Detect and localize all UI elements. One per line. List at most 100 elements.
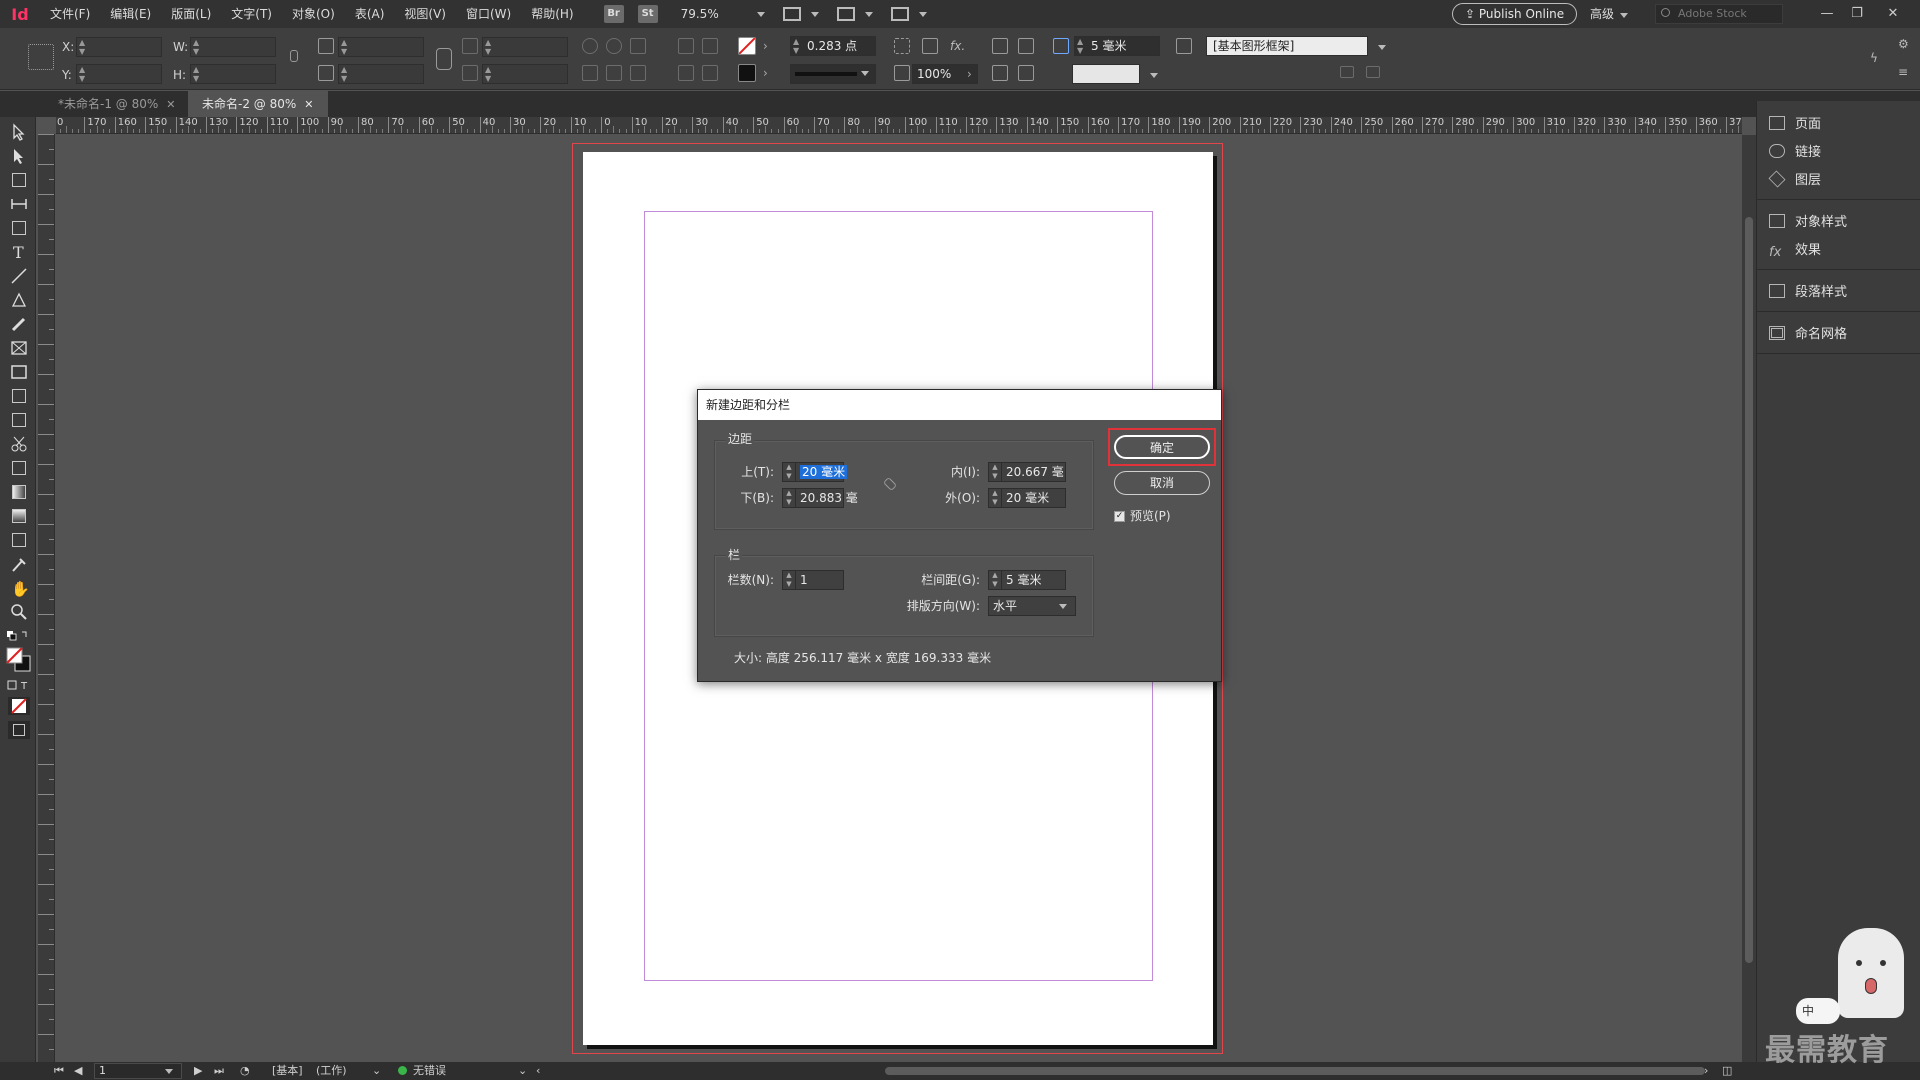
rectangle-frame-tool-icon[interactable] xyxy=(10,339,28,357)
bridge-button[interactable]: Br xyxy=(603,5,624,23)
stroke-menu-arrow-icon[interactable]: › xyxy=(763,63,768,83)
object-style-caret-icon[interactable] xyxy=(1378,45,1386,50)
text-wrap-icon[interactable] xyxy=(992,38,1008,54)
fill-none-swatch[interactable] xyxy=(738,37,756,55)
publish-online-button[interactable]: ⇪ Publish Online xyxy=(1452,3,1578,25)
view-options-icon[interactable] xyxy=(836,7,855,21)
outside-margin-field[interactable]: ▲ ▼ 20 毫米 xyxy=(988,488,1066,508)
line-tool-icon[interactable] xyxy=(10,267,28,285)
writing-direction-select[interactable]: 水平 xyxy=(988,596,1076,616)
scroll-left-icon[interactable]: ‹ xyxy=(536,1062,540,1080)
page-number-field[interactable]: 1 xyxy=(94,1063,182,1079)
content-collector-icon[interactable] xyxy=(10,219,28,237)
screen-mode-dropdown-icon[interactable] xyxy=(810,11,819,17)
columns-count-spinner-icon[interactable]: ▲ ▼ xyxy=(783,571,796,589)
preflight-status[interactable]: 无错误 xyxy=(398,1062,446,1080)
constrain-scale-icon[interactable] xyxy=(436,48,452,70)
select-content-icon[interactable] xyxy=(630,65,646,81)
settings-icon[interactable]: ⚙ xyxy=(1898,34,1909,54)
menu-edit[interactable]: 编辑(E) xyxy=(100,0,161,28)
stroke-weight-field[interactable]: ▲ ▼ 0.283 点 xyxy=(790,36,876,56)
apply-none-icon[interactable] xyxy=(8,697,30,715)
screen-mode-icon[interactable] xyxy=(782,7,801,21)
menu-window[interactable]: 窗口(W) xyxy=(456,0,521,28)
first-page-icon[interactable]: ⏮ xyxy=(54,1062,64,1080)
tab-document-1[interactable]: *未命名-1 @ 80% ✕ xyxy=(44,91,190,117)
free-transform-tool-icon[interactable] xyxy=(10,459,28,477)
zoom-level[interactable]: 79.5% xyxy=(681,7,751,21)
direct-selection-tool-icon[interactable] xyxy=(10,147,28,165)
bottom-margin-field[interactable]: ▲ ▼ 20.883 毫 xyxy=(782,488,858,508)
horizontal-scroll-thumb[interactable] xyxy=(885,1067,1705,1075)
selection-tool-icon[interactable] xyxy=(10,123,28,141)
inside-margin-spinner-icon[interactable]: ▲ ▼ xyxy=(989,463,1002,481)
panel-pages[interactable]: 页面 xyxy=(1769,113,1821,137)
next-page-icon[interactable]: ▶ xyxy=(194,1062,202,1080)
ok-button[interactable]: 确定 xyxy=(1114,435,1210,459)
flip-vertical-icon[interactable] xyxy=(606,65,622,81)
dialog-title[interactable]: 新建边距和分栏 xyxy=(698,390,1221,420)
align-icon[interactable] xyxy=(702,38,718,54)
menu-object[interactable]: 对象(O) xyxy=(282,0,345,28)
auto-fit-icon[interactable] xyxy=(1053,38,1069,54)
panel-named-grids[interactable]: 命名网格 xyxy=(1769,323,1847,347)
page-tool-icon[interactable] xyxy=(10,171,28,189)
corner-options-icon[interactable] xyxy=(894,38,910,54)
panel-object-styles[interactable]: 对象样式 xyxy=(1769,211,1847,235)
rotate-ccw-icon[interactable] xyxy=(606,38,622,54)
preflight-menu-icon[interactable]: ⌄ xyxy=(518,1062,527,1080)
gutter-field[interactable]: ▲ ▼ 5 毫米 xyxy=(988,570,1066,590)
open-page-icon[interactable]: ◔ xyxy=(240,1062,250,1080)
default-colors-icon[interactable] xyxy=(6,629,30,641)
arrange-documents-icon[interactable] xyxy=(890,7,909,21)
menu-help[interactable]: 帮助(H) xyxy=(521,0,583,28)
panel-paragraph-styles[interactable]: 段落样式 xyxy=(1769,281,1847,305)
preview-checkbox[interactable]: ✓ xyxy=(1114,511,1125,522)
fx-icon[interactable]: fx. xyxy=(950,36,965,56)
w-field[interactable]: ▲ ▼ xyxy=(190,37,276,57)
shear-field[interactable]: ▲ ▼ xyxy=(482,64,568,84)
select-container-icon[interactable] xyxy=(630,38,646,54)
bottom-margin-spinner-icon[interactable]: ▲ ▼ xyxy=(783,489,796,507)
align-bottom-icon[interactable] xyxy=(702,65,718,81)
top-margin-field[interactable]: ▲ ▼ 20 毫米 xyxy=(782,462,848,482)
panel-effects[interactable]: fx 效果 xyxy=(1769,239,1821,263)
panel-layers[interactable]: 图层 xyxy=(1768,169,1821,193)
x-field[interactable]: ▲ ▼ xyxy=(76,37,162,57)
align-top-frame-icon[interactable] xyxy=(992,65,1008,81)
restore-button[interactable]: ❐ xyxy=(1842,0,1872,28)
scissors-tool-icon[interactable] xyxy=(10,435,28,453)
menu-table[interactable]: 表(A) xyxy=(345,0,395,28)
arrange-dropdown-icon[interactable] xyxy=(918,11,927,17)
inside-margin-field[interactable]: ▲ ▼ 20.667 毫 xyxy=(988,462,1066,482)
eyedropper-tool-icon[interactable] xyxy=(10,555,28,573)
outside-margin-spinner-icon[interactable]: ▲ ▼ xyxy=(989,489,1002,507)
horizontal-grid-tool-icon[interactable] xyxy=(10,387,28,405)
cancel-button[interactable]: 取消 xyxy=(1114,471,1210,495)
gap-tool-icon[interactable] xyxy=(10,195,28,213)
rotation-field[interactable]: ▲ ▼ xyxy=(482,37,568,57)
scale-x-field[interactable]: ▲ ▼ xyxy=(338,37,424,57)
columns-count-field[interactable]: ▲ ▼ 1 xyxy=(782,570,844,590)
align-center-icon[interactable] xyxy=(678,65,694,81)
top-margin-spinner-icon[interactable]: ▲ ▼ xyxy=(783,463,796,481)
zoom-tool-icon[interactable] xyxy=(10,603,28,621)
minimize-button[interactable]: — xyxy=(1812,0,1842,28)
screen-mode-tool-icon[interactable] xyxy=(8,721,30,739)
tab-document-2[interactable]: 未命名-2 @ 80% ✕ xyxy=(188,91,328,117)
rectangle-tool-icon[interactable] xyxy=(10,363,28,381)
zoom-dropdown-icon[interactable] xyxy=(756,11,765,17)
stroke-type-dropdown[interactable] xyxy=(790,64,876,84)
h-field[interactable]: ▲ ▼ xyxy=(190,64,276,84)
gutter-spinner-icon[interactable]: ▲ ▼ xyxy=(989,571,1002,589)
fill-menu-arrow-icon[interactable]: › xyxy=(763,36,768,56)
vertical-scroll-thumb[interactable] xyxy=(1745,217,1753,963)
stock-button[interactable]: St xyxy=(637,5,658,23)
note-tool-icon[interactable] xyxy=(10,531,28,549)
reference-point-icon[interactable] xyxy=(28,44,54,70)
scroll-right-icon[interactable]: › xyxy=(1704,1062,1708,1080)
pencil-tool-icon[interactable] xyxy=(10,315,28,333)
menu-layout[interactable]: 版面(L) xyxy=(161,0,221,28)
type-tool-icon[interactable]: T xyxy=(10,243,28,262)
object-style-dropdown[interactable]: [基本图形框架] xyxy=(1206,36,1368,56)
